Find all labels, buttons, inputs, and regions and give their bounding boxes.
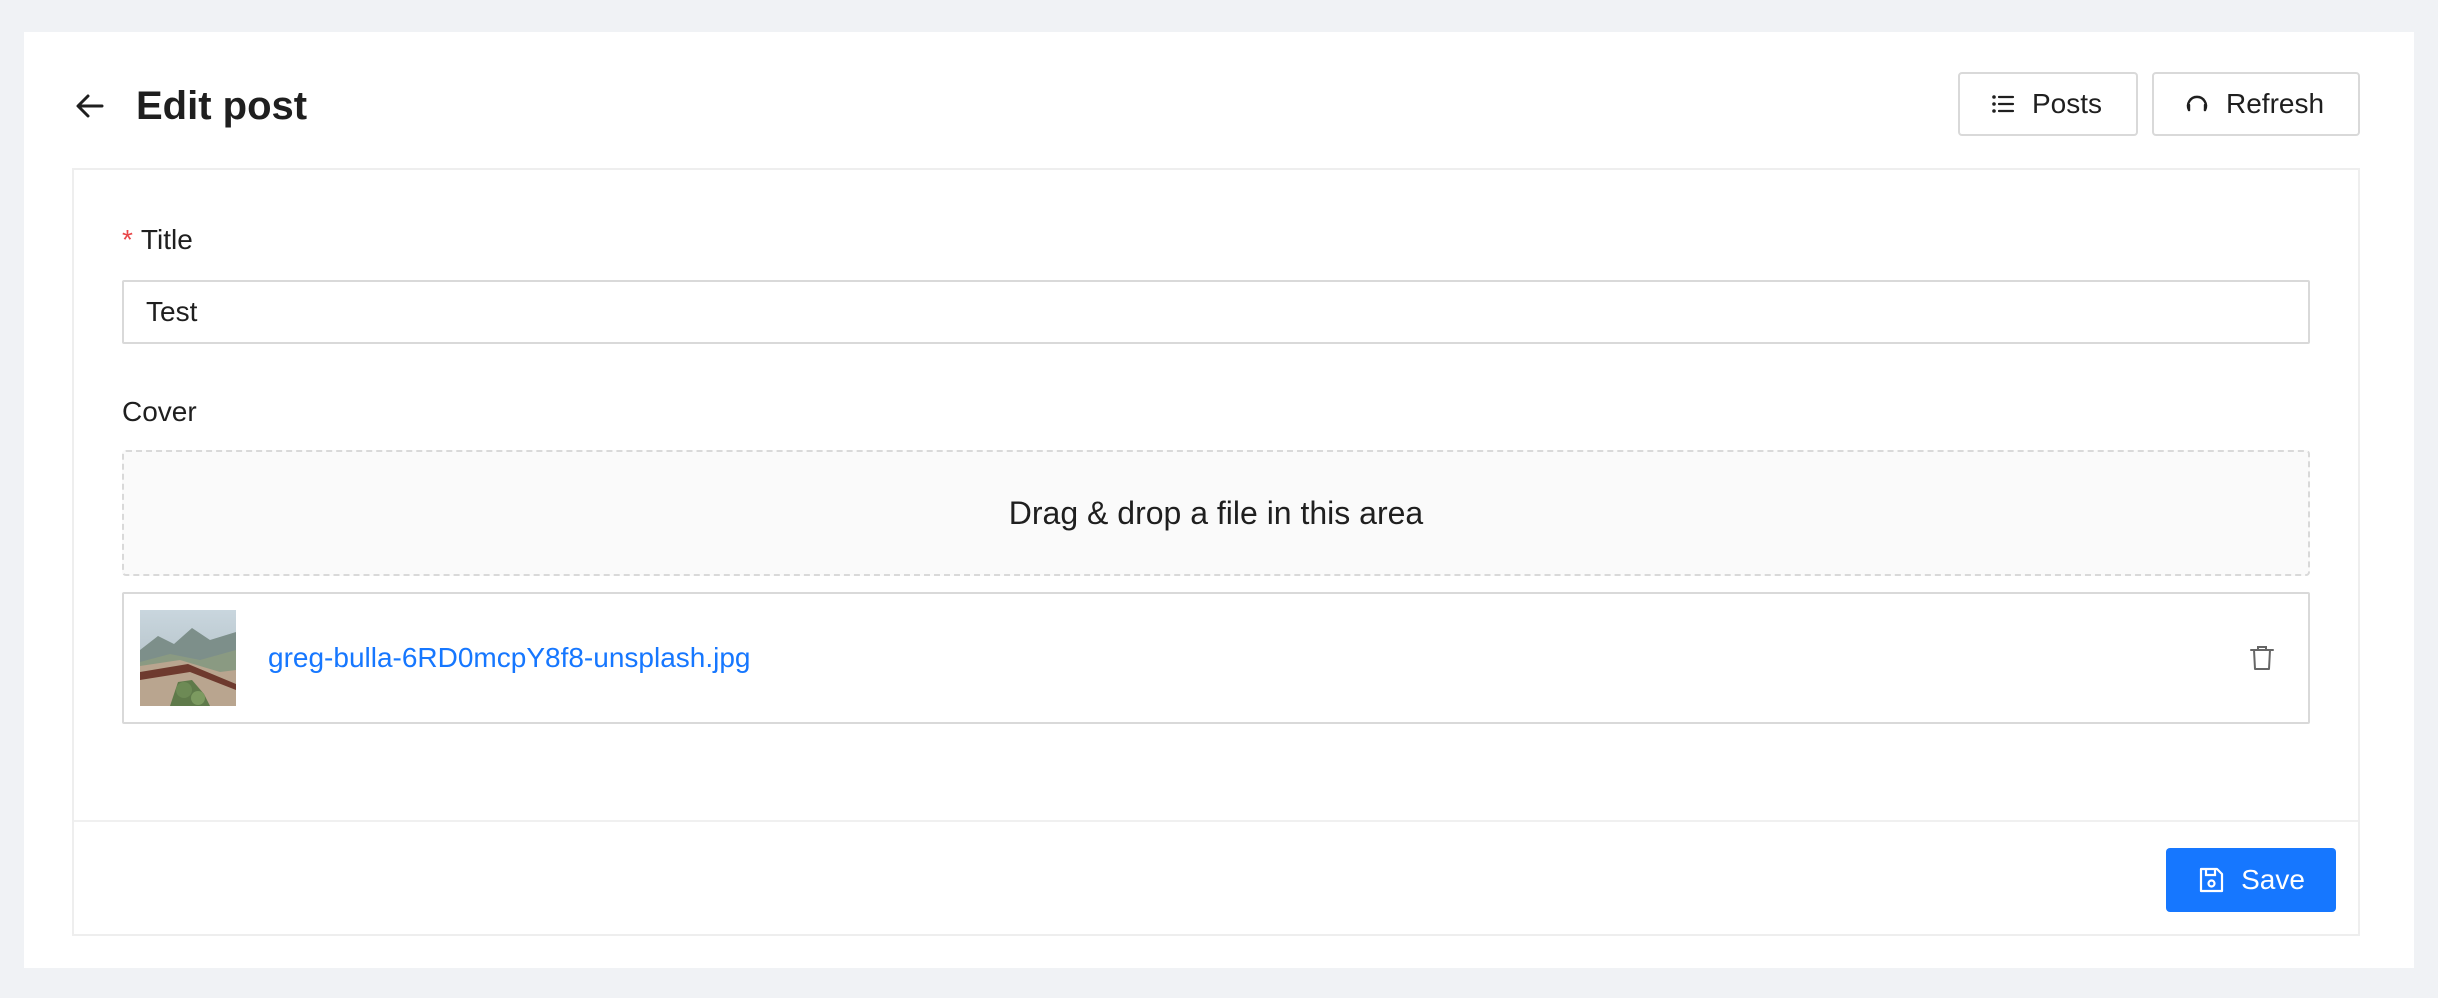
file-name-link[interactable]: greg-bulla-6RD0mcpY8f8-unsplash.jpg bbox=[268, 638, 750, 678]
refresh-icon bbox=[2184, 91, 2210, 117]
page-header: Edit post Posts Refresh bbox=[24, 32, 2414, 168]
refresh-button[interactable]: Refresh bbox=[2152, 72, 2360, 136]
uploaded-file-item: greg-bulla-6RD0mcpY8f8-unsplash.jpg bbox=[122, 592, 2310, 724]
file-dropzone[interactable]: Drag & drop a file in this area bbox=[122, 450, 2310, 576]
title-label: * Title bbox=[122, 220, 193, 260]
card-footer-divider bbox=[74, 820, 2358, 822]
refresh-button-label: Refresh bbox=[2226, 88, 2325, 119]
title-input[interactable] bbox=[122, 280, 2310, 344]
file-thumbnail[interactable] bbox=[140, 610, 236, 706]
save-button-label: Save bbox=[2241, 864, 2305, 895]
arrow-left-icon bbox=[76, 94, 104, 118]
cover-label: Cover bbox=[122, 396, 197, 427]
posts-button[interactable]: Posts bbox=[1958, 72, 2138, 136]
posts-button-label: Posts bbox=[2032, 88, 2103, 119]
edit-form-card: *Title Cover Drag & drop a file in this … bbox=[72, 168, 2360, 936]
trash-icon bbox=[2250, 646, 2274, 670]
page-container: Edit post Posts Refresh * Title Test Cov… bbox=[24, 32, 2414, 968]
page-title: Edit post bbox=[136, 84, 308, 128]
list-icon bbox=[1990, 91, 2016, 117]
dropzone-text: Drag & drop a file in this area bbox=[1008, 494, 1424, 531]
save-icon bbox=[2197, 866, 2225, 894]
save-button[interactable]: Save bbox=[2166, 848, 2336, 912]
delete-file-button[interactable] bbox=[2244, 640, 2280, 676]
required-mark: * bbox=[122, 224, 133, 255]
back-button[interactable] bbox=[68, 84, 112, 128]
title-label-text: Title bbox=[140, 224, 193, 255]
